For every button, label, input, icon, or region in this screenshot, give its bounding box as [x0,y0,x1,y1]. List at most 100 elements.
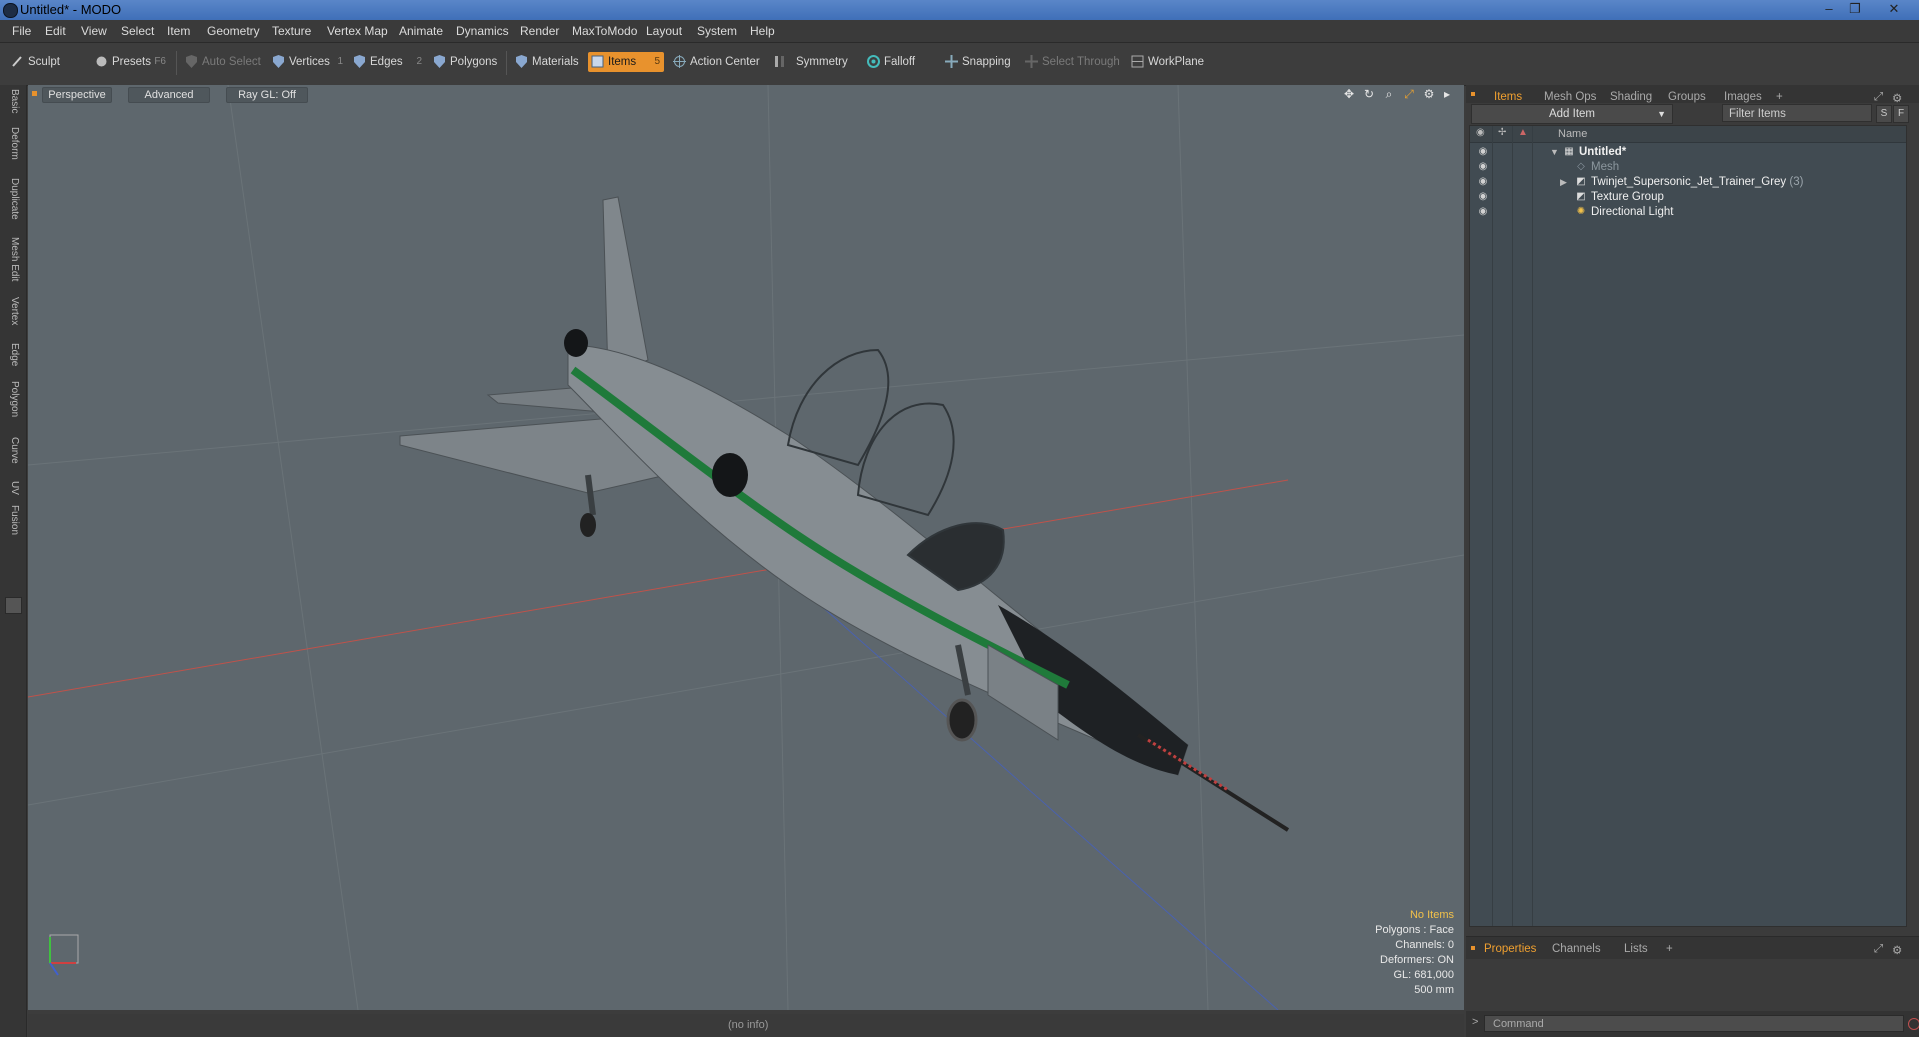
tab-channels[interactable]: Channels [1552,943,1601,955]
record-icon[interactable] [1908,1018,1919,1030]
menu-edit[interactable]: Edit [45,24,66,38]
items-button[interactable]: Items 5 [588,52,664,72]
name-column-header[interactable]: Name [1558,128,1587,140]
zoom-icon[interactable]: ⌕ [1382,87,1396,101]
command-input[interactable]: Command [1484,1015,1904,1032]
menu-render[interactable]: Render [520,24,559,38]
panel-gear-icon[interactable]: ⚙ [1892,943,1902,957]
menu-geometry[interactable]: Geometry [207,24,260,38]
gear-icon[interactable]: ⚙ [1422,87,1436,101]
item-list-header: ◉ ✢ ▲ Name [1470,126,1906,143]
lock-header-icon: ✢ [1498,127,1507,138]
command-bar: > Command [1466,1011,1919,1037]
auto-select-button[interactable]: Auto Select [182,52,264,72]
menu-dynamics[interactable]: Dynamics [456,24,509,38]
tab-duplicate[interactable]: Duplicate [4,178,20,220]
snapping-button[interactable]: Snapping [942,52,1030,72]
polygons-mode-label: Polygons : Face [1375,924,1454,936]
tab-edge[interactable]: Edge [4,343,20,366]
tab-lists[interactable]: Lists [1624,943,1648,955]
tab-options-button[interactable] [5,597,22,614]
add-tab-icon[interactable]: + [1666,943,1673,955]
3d-viewport[interactable]: Perspective Advanced Ray GL: Off ✥ ↻ ⌕ ⤢… [28,85,1464,1010]
filter-items-input[interactable]: Filter Items [1722,104,1872,122]
tab-vertex[interactable]: Vertex [4,297,20,325]
tab-polygon[interactable]: Polygon [4,381,20,417]
modo-app-icon [3,3,18,18]
tab-fusion[interactable]: Fusion [4,505,20,535]
minimize-icon[interactable]: – [1818,1,1840,17]
panel-gear-icon[interactable]: ⚙ [1892,91,1902,105]
polygons-button[interactable]: Polygons [430,52,500,72]
workplane-button[interactable]: WorkPlane [1128,52,1208,72]
list-item[interactable]: ◉ ✺ Directional Light [1470,203,1906,221]
symmetry-button[interactable]: Symmetry [770,52,854,72]
restore-icon[interactable]: ❐ [1844,1,1866,17]
falloff-button[interactable]: Falloff [864,52,938,72]
visibility-header-icon: ◉ [1476,127,1485,138]
tab-curve[interactable]: Curve [4,437,20,464]
rotate-icon[interactable]: ↻ [1362,87,1376,101]
toolbar-divider [176,51,177,75]
maximize-icon[interactable]: ⤢ [1402,87,1416,101]
menu-layout[interactable]: Layout [646,24,682,38]
menu-help[interactable]: Help [750,24,775,38]
viewport-info: No Items Polygons : Face Channels: 0 Def… [1375,908,1454,998]
menu-texture[interactable]: Texture [272,24,311,38]
filter-s-button[interactable]: S [1876,105,1892,123]
add-tab-icon[interactable]: + [1776,91,1783,103]
select-through-icon [1025,55,1038,68]
axes-gizmo [49,934,79,976]
perspective-dropdown[interactable]: Perspective [42,87,112,103]
menu-vertex-map[interactable]: Vertex Map [327,24,388,38]
add-item-dropdown[interactable]: Add Item ▼ [1471,104,1673,124]
panel-menu-dot[interactable] [1471,92,1475,96]
items-panel: Items Mesh Ops Shading Groups Images + ⤢… [1466,85,1919,1037]
presets-button[interactable]: Presets F6 [92,52,170,72]
shield-icon [186,55,197,68]
more-arrow-icon[interactable]: ▸ [1440,87,1454,101]
materials-button[interactable]: Materials [512,52,580,72]
raygl-toggle[interactable]: Ray GL: Off [226,87,308,103]
symmetry-icon [775,56,784,67]
snapping-icon [945,55,958,68]
tab-images[interactable]: Images [1724,91,1762,103]
tab-mesh-edit[interactable]: Mesh Edit [4,237,20,281]
properties-menu-dot[interactable] [1471,946,1475,950]
tab-shading[interactable]: Shading [1610,91,1652,103]
menu-maxtomodo[interactable]: MaxToModo [572,24,637,38]
sculpt-button[interactable]: Sculpt [8,52,88,72]
vertices-button[interactable]: Vertices 1 [269,52,347,72]
viewport-menu-dot[interactable] [32,91,37,96]
filter-f-button[interactable]: F [1893,105,1909,123]
gl-count-label: GL: 681,000 [1393,969,1454,981]
viewport-scene [28,85,1464,1010]
tab-groups[interactable]: Groups [1668,91,1706,103]
select-through-button[interactable]: Select Through [1022,52,1126,72]
tab-basic[interactable]: Basic [4,89,20,113]
menu-animate[interactable]: Animate [399,24,443,38]
action-center-button[interactable]: Action Center [670,52,762,72]
expand-icon[interactable]: ⤢ [1874,943,1883,956]
tab-uv[interactable]: UV [4,481,20,495]
edges-icon [354,55,365,68]
tab-properties[interactable]: Properties [1484,943,1536,955]
tab-items[interactable]: Items [1494,91,1522,103]
menu-select[interactable]: Select [121,24,154,38]
tab-deform[interactable]: Deform [4,127,20,160]
title-bar: Untitled* - MODO – ❐ ✕ [0,0,1919,20]
menu-item[interactable]: Item [167,24,190,38]
pan-icon[interactable]: ✥ [1342,87,1356,101]
jet-model [399,196,1290,832]
menu-system[interactable]: System [697,24,737,38]
expand-icon[interactable]: ⤢ [1874,91,1883,104]
close-icon[interactable]: ✕ [1883,1,1905,17]
shading-dropdown[interactable]: Advanced [128,87,210,103]
menu-file[interactable]: File [12,24,31,38]
menu-view[interactable]: View [81,24,107,38]
deformers-label: Deformers: ON [1380,954,1454,966]
eye-icon[interactable]: ◉ [1474,203,1492,221]
edges-button[interactable]: Edges 2 [350,52,426,72]
column-divider [1492,126,1493,926]
tab-mesh-ops[interactable]: Mesh Ops [1544,91,1596,103]
